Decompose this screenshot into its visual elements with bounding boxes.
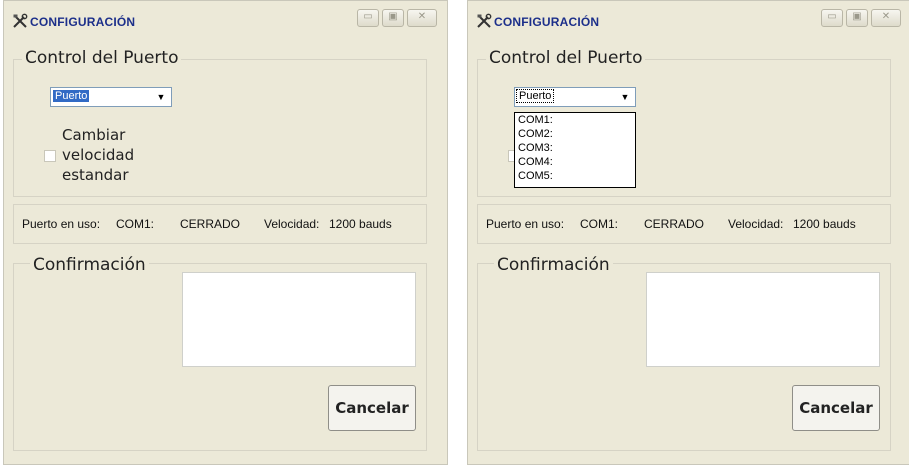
dropdown-option-com5[interactable]: COM5: (515, 169, 635, 183)
cancel-button[interactable]: Cancelar (328, 385, 416, 431)
status-speed-value: 1200 bauds (793, 217, 856, 231)
dropdown-option-com4[interactable]: COM4: (515, 155, 635, 169)
dropdown-option-com2[interactable]: COM2: (515, 127, 635, 141)
checkbox-label-line3: estandar (62, 166, 129, 184)
tools-icon (477, 13, 492, 28)
checkbox-label-line1: Cambiar (62, 126, 126, 144)
close-icon: ✕ (417, 11, 427, 22)
close-button[interactable]: ✕ (407, 9, 437, 27)
configuracion-window: CONFIGURACIÓN ▭ ▣ ✕ Control del Puerto P… (3, 0, 448, 465)
maximize-icon: ▣ (388, 11, 398, 22)
dropdown-option-com1[interactable]: COM1: (515, 113, 635, 127)
status-state: CERRADO (644, 217, 705, 231)
close-icon: ✕ (881, 11, 891, 22)
status-label: Puerto en uso: (22, 217, 101, 231)
port-group-title: Control del Puerto (486, 48, 646, 68)
status-speed-value: 1200 bauds (329, 217, 392, 231)
checkbox-label-line2: velocidad (62, 146, 135, 164)
title-bar[interactable]: CONFIGURACIÓN ▭ ▣ ✕ (468, 1, 909, 37)
port-combo[interactable]: Puerto ▼ (514, 87, 636, 107)
status-label: Puerto en uso: (486, 217, 565, 231)
maximize-button[interactable]: ▣ (382, 9, 404, 27)
minimize-button[interactable]: ▭ (821, 9, 843, 27)
status-port: COM1: (116, 217, 155, 231)
port-group-title: Control del Puerto (22, 48, 182, 68)
window-title: CONFIGURACIÓN (494, 15, 600, 29)
port-dropdown-list: COM1: COM2: COM3: COM4: COM5: (514, 112, 636, 188)
confirmation-group-title: Confirmación (30, 255, 149, 275)
chevron-down-icon[interactable]: ▼ (617, 90, 633, 104)
cancel-button[interactable]: Cancelar (792, 385, 880, 431)
tools-icon (13, 13, 28, 28)
speed-checkbox[interactable] (44, 150, 56, 162)
port-combo[interactable]: Puerto ▼ (50, 87, 172, 107)
configuracion-window-dropdown-open: CONFIGURACIÓN ▭ ▣ ✕ Control del Puerto P… (467, 0, 909, 465)
minimize-button[interactable]: ▭ (357, 9, 379, 27)
dropdown-option-com3[interactable]: COM3: (515, 141, 635, 155)
minimize-icon: ▭ (827, 11, 837, 22)
port-combo-value: Puerto (53, 90, 90, 102)
status-state: CERRADO (180, 217, 241, 231)
status-port: COM1: (580, 217, 619, 231)
title-bar[interactable]: CONFIGURACIÓN ▭ ▣ ✕ (4, 1, 447, 37)
close-button[interactable]: ✕ (871, 9, 901, 27)
status-speed-label: Velocidad: (264, 217, 320, 231)
port-combo-value: Puerto (515, 89, 555, 103)
minimize-icon: ▭ (363, 11, 373, 22)
maximize-icon: ▣ (852, 11, 862, 22)
maximize-button[interactable]: ▣ (846, 9, 868, 27)
confirmation-textbox[interactable] (646, 272, 880, 367)
status-speed-label: Velocidad: (728, 217, 784, 231)
window-title: CONFIGURACIÓN (30, 15, 136, 29)
confirmation-group-title: Confirmación (494, 255, 613, 275)
chevron-down-icon[interactable]: ▼ (153, 90, 169, 104)
confirmation-textbox[interactable] (182, 272, 416, 367)
